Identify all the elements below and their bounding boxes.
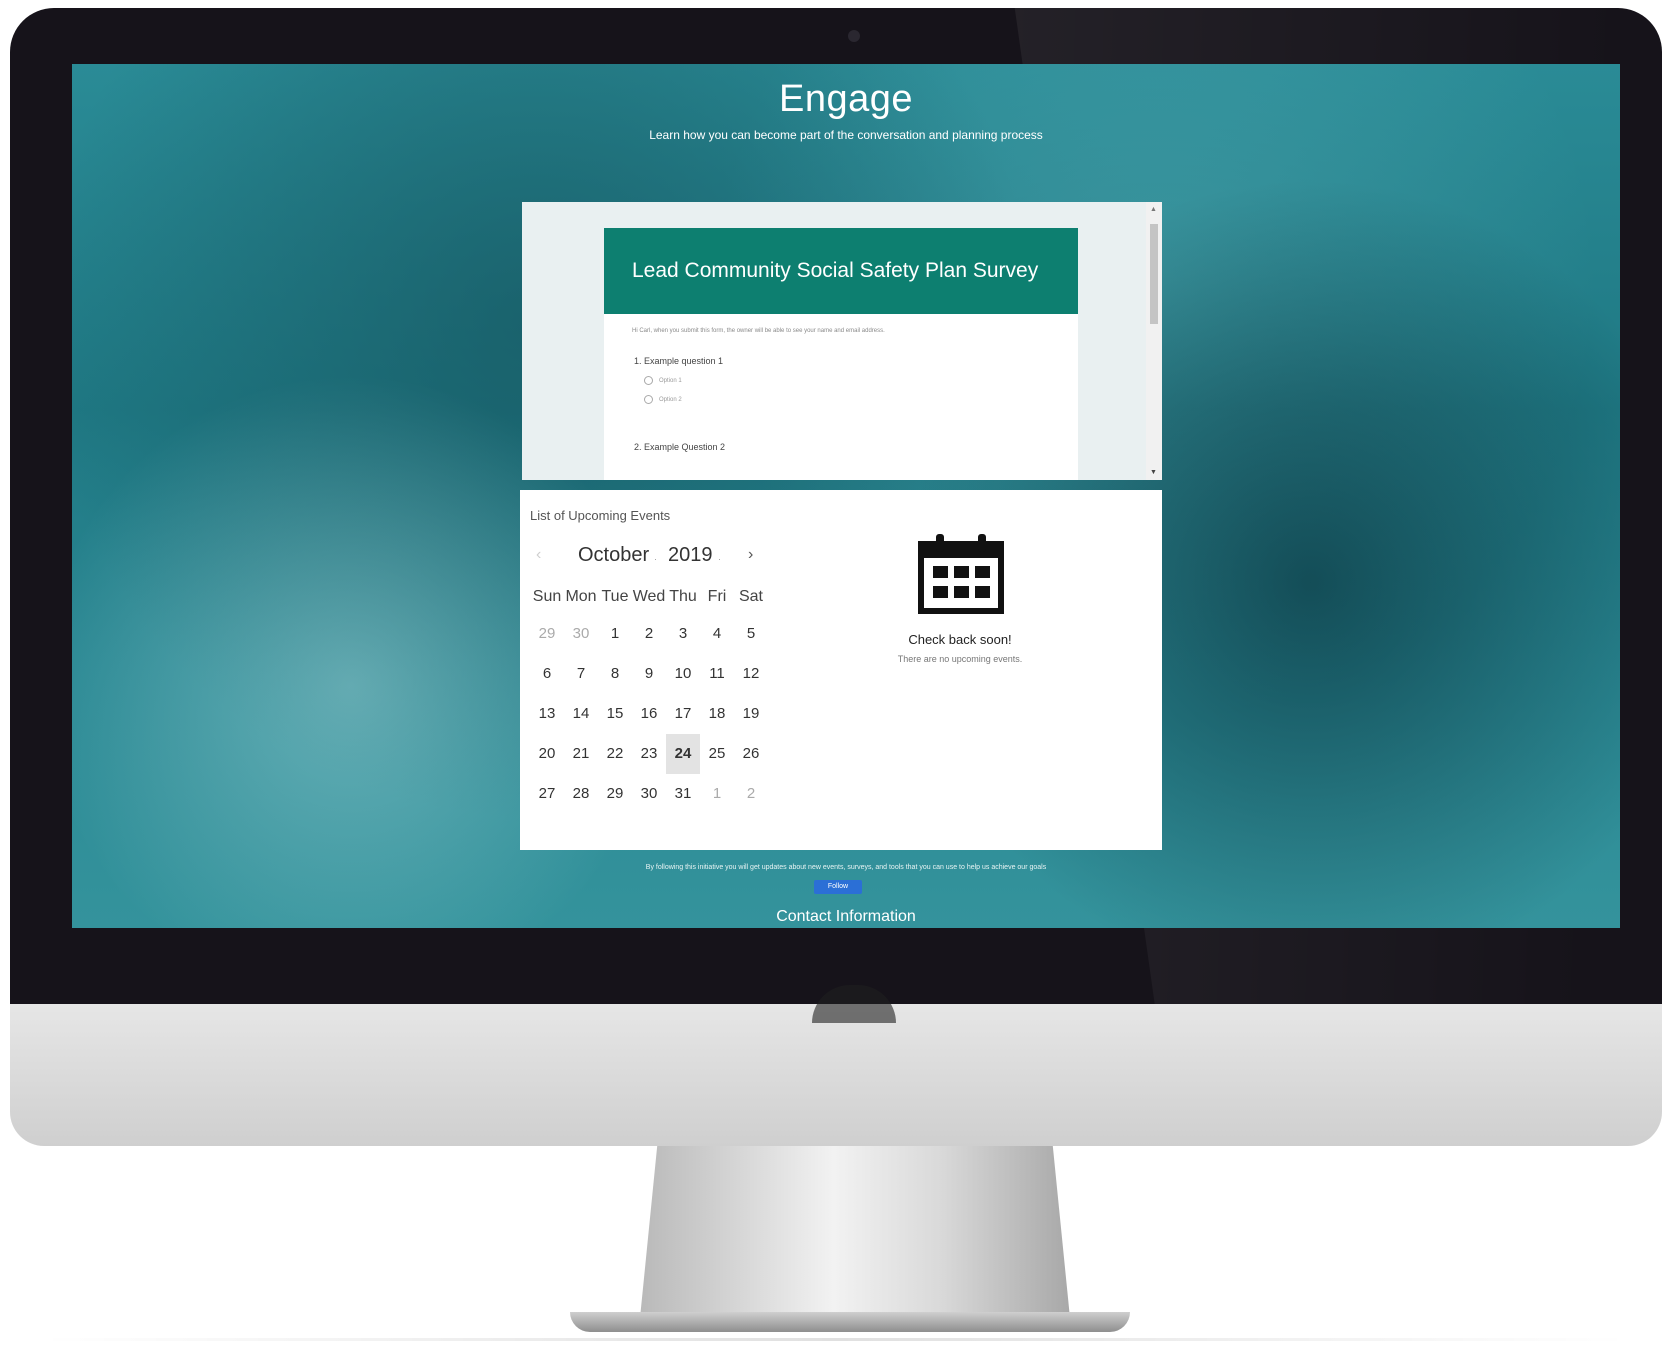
calendar-day[interactable]: 18 — [700, 694, 734, 734]
calendar-day[interactable]: 31 — [666, 774, 700, 814]
monitor-chin — [10, 1004, 1662, 1146]
calendar-day[interactable]: 27 — [530, 774, 564, 814]
calendar-day[interactable]: 4 — [700, 614, 734, 654]
weekday-label: Fri — [707, 588, 727, 605]
calendar-day[interactable]: 10 — [666, 654, 700, 694]
calendar-day[interactable]: 1 — [700, 774, 734, 814]
calendar-day[interactable]: 3 — [666, 614, 700, 654]
calendar-day[interactable]: 16 — [632, 694, 666, 734]
survey-title: Lead Community Social Safety Plan Survey — [604, 228, 1078, 314]
calendar-day[interactable]: 7 — [564, 654, 598, 694]
calendar-day[interactable]: 30 — [564, 614, 598, 654]
survey-embed[interactable]: Lead Community Social Safety Plan Survey… — [522, 202, 1162, 480]
events-panel: List of Upcoming Events ‹ October · 2019… — [520, 490, 1162, 850]
calendar-weeks: 29 30 1 2 3 4 5 6 7 8 9 10 11 12 13 14 15 16 17 18 19 20 21 22 2… — [530, 614, 768, 814]
weekday-label: Wed — [632, 588, 666, 605]
calendar-day[interactable]: 26 — [734, 734, 768, 774]
weekday-label: Thu — [669, 588, 697, 605]
chevron-right-icon[interactable]: › — [748, 546, 753, 564]
empty-state-subtitle: There are no upcoming events. — [897, 654, 1023, 664]
follow-description: By following this initiative you will ge… — [645, 864, 1047, 871]
calendar-grid: Sun Mon Tue Wed Thu Fri Sat 29 30 1 2 3 4 5 6 7 8 9 10 11 1… — [530, 588, 768, 814]
calendar-month-select[interactable]: October — [578, 544, 649, 567]
survey-card: Lead Community Social Safety Plan Survey… — [604, 228, 1078, 480]
survey-option-label: Option 2 — [659, 396, 682, 403]
dropdown-caret-icon: · — [718, 554, 721, 564]
calendar-day[interactable]: 20 — [530, 734, 564, 774]
dropdown-caret-icon: · — [654, 554, 657, 564]
calendar-day[interactable]: 30 — [632, 774, 666, 814]
calendar-nav: ‹ October · 2019 · › — [530, 544, 756, 572]
monitor-foot — [570, 1312, 1130, 1332]
survey-note: Hi Carl, when you submit this form, the … — [632, 328, 885, 334]
calendar-day[interactable]: 2 — [632, 614, 666, 654]
radio-icon[interactable] — [644, 395, 653, 404]
calendar-day[interactable]: 22 — [598, 734, 632, 774]
calendar-day[interactable]: 1 — [598, 614, 632, 654]
contact-heading: Contact Information — [776, 908, 916, 925]
calendar-day[interactable]: 25 — [700, 734, 734, 774]
events-title: List of Upcoming Events — [530, 508, 671, 523]
monitor-stand — [640, 1146, 1070, 1318]
survey-question-1: 1. Example question 1 — [634, 356, 724, 366]
calendar-day[interactable]: 14 — [564, 694, 598, 734]
calendar-day[interactable]: 9 — [632, 654, 666, 694]
calendar-week-row: 29 30 1 2 3 4 5 — [530, 614, 768, 654]
follow-button[interactable]: Follow — [814, 880, 862, 894]
calendar-week-row: 27 28 29 30 31 1 2 — [530, 774, 768, 814]
calendar-day[interactable]: 5 — [734, 614, 768, 654]
floor-shadow — [40, 1338, 1630, 1341]
calendar-day[interactable]: 29 — [598, 774, 632, 814]
calendar-day[interactable]: 28 — [564, 774, 598, 814]
calendar-day[interactable]: 29 — [530, 614, 564, 654]
weekday-label: Mon — [565, 588, 597, 605]
calendar-day[interactable]: 2 — [734, 774, 768, 814]
calendar-day[interactable]: 13 — [530, 694, 564, 734]
calendar-day[interactable]: 15 — [598, 694, 632, 734]
calendar-day[interactable]: 17 — [666, 694, 700, 734]
camera-icon — [848, 30, 860, 42]
survey-option-label: Option 1 — [659, 377, 682, 384]
calendar-day[interactable]: 8 — [598, 654, 632, 694]
calendar-week-row: 6 7 8 9 10 11 12 — [530, 654, 768, 694]
page-title: Engage — [778, 78, 913, 120]
chevron-left-icon[interactable]: ‹ — [536, 546, 541, 564]
page-subtitle: Learn how you can become part of the con… — [649, 128, 1043, 142]
calendar-day[interactable]: 21 — [564, 734, 598, 774]
scroll-down-icon[interactable]: ▼ — [1150, 469, 1157, 476]
calendar-day[interactable]: 23 — [632, 734, 666, 774]
empty-state-title: Check back soon! — [908, 632, 1012, 647]
survey-question-2: 2. Example Question 2 — [634, 442, 726, 452]
survey-scrollbar[interactable]: ▲ ▼ — [1146, 202, 1162, 480]
calendar-day[interactable]: 6 — [530, 654, 564, 694]
weekday-label: Tue — [601, 588, 629, 605]
calendar-week-row: 20 21 22 23 24 25 26 — [530, 734, 768, 774]
calendar-icon — [918, 534, 1004, 614]
radio-icon[interactable] — [644, 376, 653, 385]
scroll-thumb[interactable] — [1150, 224, 1158, 324]
weekday-label: Sat — [738, 588, 763, 605]
survey-option-1[interactable]: Option 1 — [604, 376, 1078, 385]
calendar-year-select[interactable]: 2019 — [668, 544, 713, 567]
screen: Engage Learn how you can become part of … — [72, 64, 1620, 928]
weekday-label: Sun — [532, 588, 562, 605]
scroll-up-icon[interactable]: ▲ — [1150, 206, 1157, 213]
calendar-day[interactable]: 11 — [700, 654, 734, 694]
survey-option-2[interactable]: Option 2 — [604, 395, 1078, 404]
calendar-week-row: 13 14 15 16 17 18 19 — [530, 694, 768, 734]
calendar-day[interactable]: 19 — [734, 694, 768, 734]
calendar-day[interactable]: 24 — [666, 734, 700, 774]
calendar-day[interactable]: 12 — [734, 654, 768, 694]
weekday-header: Sun Mon Tue Wed Thu Fri Sat — [530, 588, 768, 606]
